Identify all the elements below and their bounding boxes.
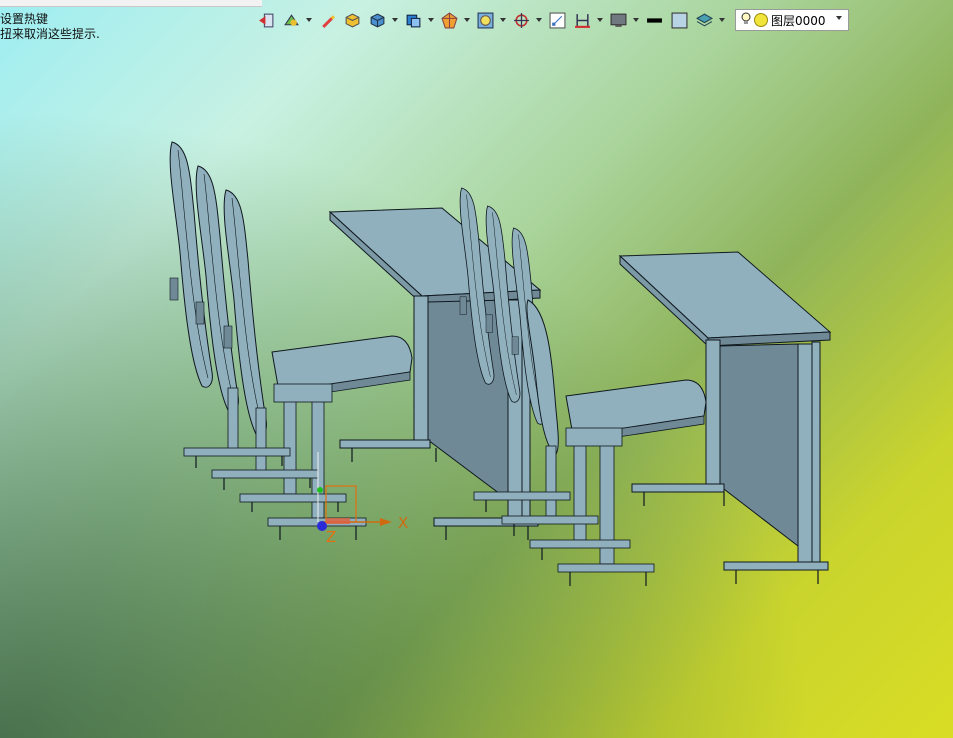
model-viewport[interactable]: X Z: [0, 0, 953, 738]
left-seat: [271, 335, 413, 403]
x-axis-label: X: [398, 514, 408, 532]
left-chair-legs: [183, 387, 367, 527]
right-seat: [565, 379, 707, 447]
z-axis-label: Z: [326, 528, 336, 546]
left-chairs: [169, 141, 267, 436]
